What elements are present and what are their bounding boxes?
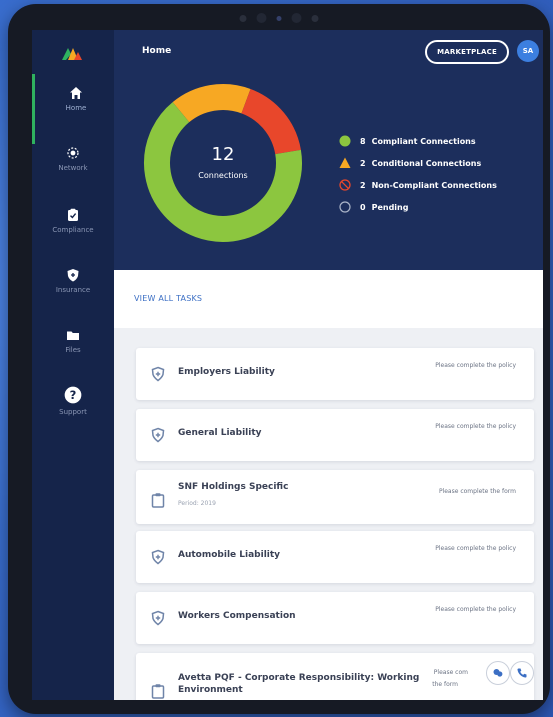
home-icon [70,87,82,99]
clipboard-icon [151,684,165,699]
network-icon [67,147,79,159]
sensor-dot [239,14,247,22]
task-card[interactable]: General Liability Please complete the po… [136,409,534,461]
sidebar-item-label: Home [65,104,87,112]
camera-icon [256,13,267,23]
app-logo-icon [62,48,82,60]
empty-circle-icon [338,200,352,214]
camera-lens [276,15,282,21]
page-title: Home [142,46,172,56]
donut-segment [172,84,251,123]
view-all-tasks-link[interactable]: VIEW ALL TASKS [134,294,202,303]
connections-donut-chart: 12 Connections [144,84,302,242]
sidebar: Home Network Compliance Insurance Files … [32,30,114,700]
task-card[interactable]: Employers Liability Please complete the … [136,348,534,400]
sensor-dot [291,13,302,23]
tablet-frame: Home Network Compliance Insurance Files … [8,4,550,714]
legend-label: Conditional Connections [371,158,482,168]
legend-label: Non-Compliant Connections [371,180,497,190]
shield-icon [151,549,165,565]
legend-label: Compliant Connections [371,136,476,146]
summary-header: Home MARKETPLACE SA 12 Connections 8 Com… [114,30,543,270]
task-card[interactable]: Automobile Liability Please complete the… [136,531,534,583]
task-status-line: Please com [433,669,468,676]
task-status: Please complete the policy [435,606,516,613]
task-card[interactable]: SNF Holdings Specific Period: 2019 Pleas… [136,470,534,524]
compliance-icon [68,208,78,221]
legend-count: 0 [360,202,366,212]
shield-icon [151,427,165,443]
sidebar-item-support[interactable]: ? Support [32,380,114,444]
shield-icon [151,610,165,626]
triangle-icon [338,156,352,170]
circle-icon [338,134,352,148]
legend-non-compliant[interactable]: 2 Non-Compliant Connections [338,174,497,196]
task-title: SNF Holdings Specific [178,482,289,492]
sidebar-item-label: Compliance [52,226,94,234]
task-title-line: Environment [178,685,243,695]
phone-button[interactable] [510,661,534,685]
camera-bar [239,13,319,23]
task-title: General Liability [178,428,262,438]
legend-label: Pending [371,202,409,212]
task-status: Please complete the policy [435,545,516,552]
sidebar-item-insurance[interactable]: Insurance [32,262,114,326]
task-status: Please complete the policy [435,423,516,430]
task-title: Workers Compensation [178,611,296,621]
task-title: Automobile Liability [178,550,281,560]
chat-button[interactable] [486,661,510,685]
help-icon: ? [64,386,82,404]
avatar[interactable]: SA [517,40,539,62]
shield-icon [151,366,165,382]
sensor-dot [311,14,319,22]
legend-pending[interactable]: 0 Pending [338,196,497,218]
sidebar-item-network[interactable]: Network [32,138,114,204]
total-connections-count: 12 [212,144,235,165]
marketplace-button[interactable]: MARKETPLACE [425,40,509,64]
folder-icon [67,331,79,340]
sidebar-item-compliance[interactable]: Compliance [32,200,114,266]
sidebar-item-label: Insurance [55,286,91,294]
svg-text:?: ? [70,388,77,402]
app-screen: Home Network Compliance Insurance Files … [32,30,543,700]
task-title-line: Avetta PQF - Corporate Responsibility: W… [178,673,420,683]
legend-count: 8 [360,136,366,146]
task-status: Please complete the policy [435,362,516,369]
phone-icon [517,668,527,678]
sidebar-item-label: Files [65,346,81,354]
task-card[interactable]: Workers Compensation Please complete the… [136,592,534,644]
sidebar-item-label: Support [59,408,87,416]
clipboard-icon [151,493,165,508]
donut-segment [240,88,301,155]
sidebar-item-label: Network [58,164,88,172]
connections-legend: 8 Compliant Connections 2 Conditional Co… [338,130,497,218]
legend-count: 2 [360,180,366,190]
task-title: Employers Liability [178,367,275,377]
total-connections-label: Connections [198,171,247,180]
task-subtitle: Period: 2019 [178,500,216,507]
legend-count: 2 [360,158,366,168]
chat-icon [493,669,503,677]
task-card[interactable]: Avetta PQF - Corporate Responsibility: W… [136,653,534,700]
task-status-line: the form [432,681,458,688]
shield-icon [67,269,79,282]
legend-compliant[interactable]: 8 Compliant Connections [338,130,497,152]
prohibited-icon [338,178,352,192]
sidebar-item-files[interactable]: Files [32,322,114,386]
task-status: Please complete the form [438,488,516,495]
legend-conditional[interactable]: 2 Conditional Connections [338,152,497,174]
sidebar-item-home[interactable]: Home [32,74,117,144]
